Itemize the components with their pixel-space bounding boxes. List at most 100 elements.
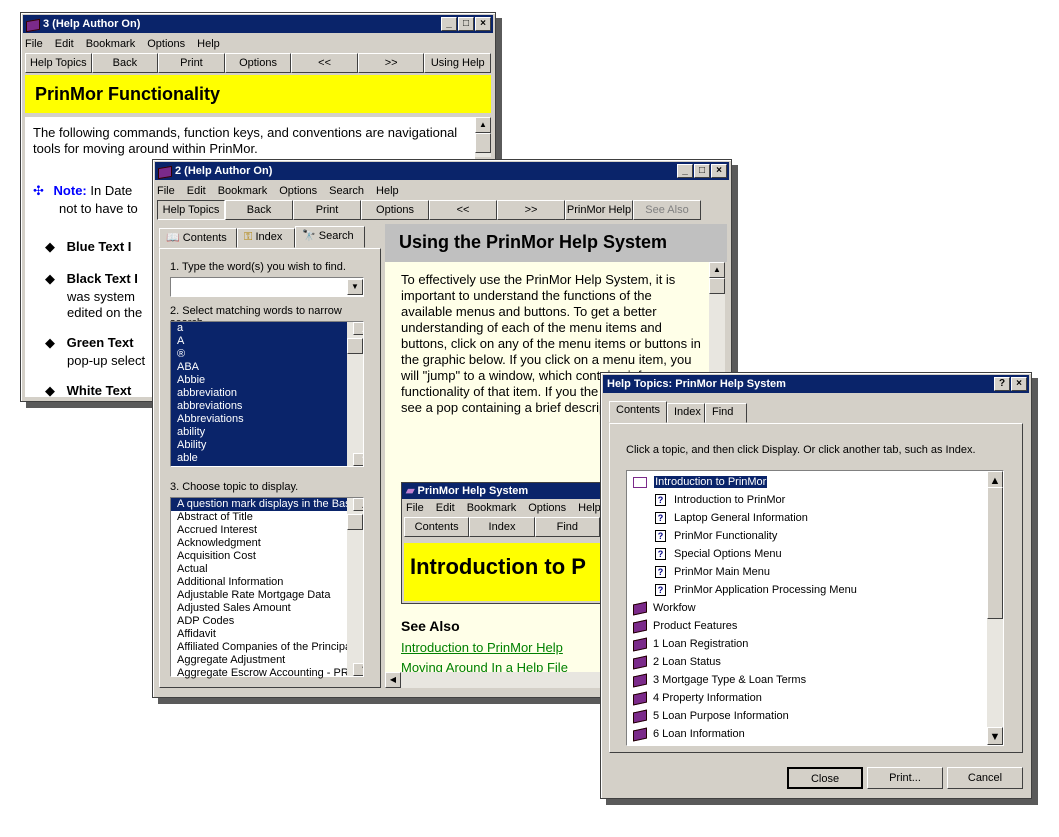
- window-3-titlebar[interactable]: 3 (Help Author On) _ □ ×: [23, 15, 493, 33]
- scroll-left-arrow[interactable]: ◀: [385, 672, 401, 688]
- tree-page[interactable]: ? PrinMor Application Processing Menu: [627, 581, 1003, 599]
- maximize-button[interactable]: □: [458, 17, 474, 31]
- browse-forward-button[interactable]: >>: [497, 200, 565, 220]
- list-item[interactable]: ADP Codes: [171, 615, 363, 628]
- scroll-up-arrow[interactable]: ▲: [709, 262, 725, 278]
- tree-book[interactable]: 4 Property Information: [627, 689, 1003, 707]
- menu-file[interactable]: File: [25, 38, 43, 50]
- list-item[interactable]: Actual: [171, 563, 363, 576]
- tab-index[interactable]: Index: [667, 403, 705, 423]
- scroll-up-arrow[interactable]: ▲: [353, 498, 363, 511]
- tree-book[interactable]: Product Features: [627, 617, 1003, 635]
- menu-edit[interactable]: Edit: [187, 185, 206, 197]
- inner-find-button[interactable]: Find: [534, 517, 600, 537]
- list-item[interactable]: Adjustable Rate Mortgage Data: [171, 589, 363, 602]
- inner-contents-button[interactable]: Contents: [404, 517, 470, 537]
- minimize-button[interactable]: _: [677, 164, 693, 178]
- close-button[interactable]: ×: [711, 164, 727, 178]
- options-button[interactable]: Options: [224, 53, 292, 73]
- link-intro-prinmor-help[interactable]: Introduction to PrinMor Help: [401, 640, 563, 656]
- tree-book[interactable]: 5 Loan Purpose Information: [627, 707, 1003, 725]
- tree-book[interactable]: Workfow: [627, 599, 1003, 617]
- tree-scrollbar[interactable]: ▲ ▼: [987, 471, 1003, 745]
- back-button[interactable]: Back: [91, 53, 159, 73]
- scroll-thumb[interactable]: [347, 514, 363, 530]
- list-item[interactable]: Aggregate Adjustment: [171, 654, 363, 667]
- inner-menu-bookmark[interactable]: Bookmark: [467, 500, 517, 516]
- scroll-up-arrow[interactable]: ▲: [475, 117, 491, 133]
- scroll-up-arrow[interactable]: ▲: [353, 322, 363, 335]
- cancel-dialog-button[interactable]: Cancel: [947, 767, 1023, 789]
- print-button[interactable]: Print: [293, 200, 361, 220]
- inner-index-button[interactable]: Index: [469, 517, 535, 537]
- list-item[interactable]: Accrued Interest: [171, 524, 363, 537]
- list-item[interactable]: Affidavit: [171, 628, 363, 641]
- inner-menu-help[interactable]: Help: [578, 500, 601, 516]
- browse-back-button[interactable]: <<: [429, 200, 497, 220]
- menu-bookmark[interactable]: Bookmark: [218, 185, 268, 197]
- using-help-button[interactable]: Using Help: [424, 53, 492, 73]
- list-item[interactable]: ability: [171, 426, 363, 439]
- list-item[interactable]: able: [171, 452, 363, 465]
- scroll-thumb[interactable]: [347, 338, 363, 354]
- tree-page[interactable]: ? Laptop General Information: [627, 509, 1003, 527]
- list-item[interactable]: ABA: [171, 361, 363, 374]
- list-item[interactable]: ®: [171, 348, 363, 361]
- tree-page[interactable]: ? PrinMor Main Menu: [627, 563, 1003, 581]
- scroll-thumb[interactable]: [709, 278, 725, 294]
- words-scrollbar[interactable]: ▲ ▼: [347, 322, 363, 466]
- menu-help[interactable]: Help: [197, 38, 220, 50]
- search-word-combo[interactable]: ▼: [170, 277, 364, 297]
- menu-help[interactable]: Help: [376, 185, 399, 197]
- scroll-thumb[interactable]: [475, 133, 491, 153]
- menu-file[interactable]: File: [157, 185, 175, 197]
- topics-tree[interactable]: Introduction to PrinMor ? Introduction to…: [626, 470, 1004, 746]
- list-item[interactable]: Aggregate Escrow Accounting - PRM: [171, 667, 363, 680]
- tree-page[interactable]: ? Special Options Menu: [627, 545, 1003, 563]
- tree-page[interactable]: ? PrinMor Functionality: [627, 527, 1003, 545]
- back-button[interactable]: Back: [225, 200, 293, 220]
- tree-book[interactable]: 2 Loan Status: [627, 653, 1003, 671]
- list-item[interactable]: Acquisition Cost: [171, 550, 363, 563]
- tree-book[interactable]: 1 Loan Registration: [627, 635, 1003, 653]
- help-question-button[interactable]: ?: [994, 377, 1010, 391]
- list-item[interactable]: Affiliated Companies of the Principal: [171, 641, 363, 654]
- list-item[interactable]: a: [171, 322, 363, 335]
- close-button[interactable]: ×: [1011, 377, 1027, 391]
- list-item[interactable]: Additional Information: [171, 576, 363, 589]
- prinmor-help-button[interactable]: PrinMor Help: [565, 200, 633, 220]
- close-button[interactable]: ×: [475, 17, 491, 31]
- browse-back-button[interactable]: <<: [291, 53, 358, 73]
- scroll-down-arrow[interactable]: ▼: [353, 663, 363, 676]
- print-button[interactable]: Print: [158, 53, 225, 73]
- options-button[interactable]: Options: [361, 200, 429, 220]
- menu-search[interactable]: Search: [329, 185, 364, 197]
- tab-find[interactable]: Find: [705, 403, 747, 423]
- list-item[interactable]: abbreviations: [171, 400, 363, 413]
- inner-menu-file[interactable]: File: [406, 500, 424, 516]
- list-item[interactable]: Acknowledgment: [171, 537, 363, 550]
- tree-book[interactable]: 6 Loan Information: [627, 725, 1003, 743]
- inner-help-graphic[interactable]: ▰ PrinMor Help System File Edit Bookmark…: [401, 482, 603, 604]
- matching-words-list[interactable]: a A ® ABA Abbie abbreviation abbreviatio…: [170, 321, 364, 467]
- list-item-selected[interactable]: A question mark displays in the Base: [171, 498, 363, 511]
- dropdown-arrow-icon[interactable]: ▼: [347, 279, 363, 295]
- close-dialog-button[interactable]: Close: [787, 767, 863, 789]
- maximize-button[interactable]: □: [694, 164, 710, 178]
- tab-index[interactable]: ⚿ Index: [237, 228, 295, 248]
- topics-scrollbar[interactable]: ▲ ▼: [347, 498, 363, 676]
- list-item[interactable]: abbreviation: [171, 387, 363, 400]
- menu-options[interactable]: Options: [147, 38, 185, 50]
- tab-contents[interactable]: 📖 Contents: [159, 228, 237, 248]
- link-moving-around[interactable]: Moving Around In a Help File: [401, 660, 568, 672]
- help-topics-button[interactable]: Help Topics: [157, 200, 225, 220]
- minimize-button[interactable]: _: [441, 17, 457, 31]
- tree-book-open[interactable]: Introduction to PrinMor: [627, 473, 1003, 491]
- topics-list[interactable]: A question mark displays in the Base Abs…: [170, 497, 364, 680]
- list-item[interactable]: Abbie: [171, 374, 363, 387]
- window-2-titlebar[interactable]: 2 (Help Author On) _ □ ×: [155, 162, 729, 180]
- list-item[interactable]: Abbreviations: [171, 413, 363, 426]
- tab-search[interactable]: 🔭 Search: [295, 226, 365, 248]
- tab-contents[interactable]: Contents: [609, 401, 667, 423]
- help-topics-button[interactable]: Help Topics: [25, 53, 92, 73]
